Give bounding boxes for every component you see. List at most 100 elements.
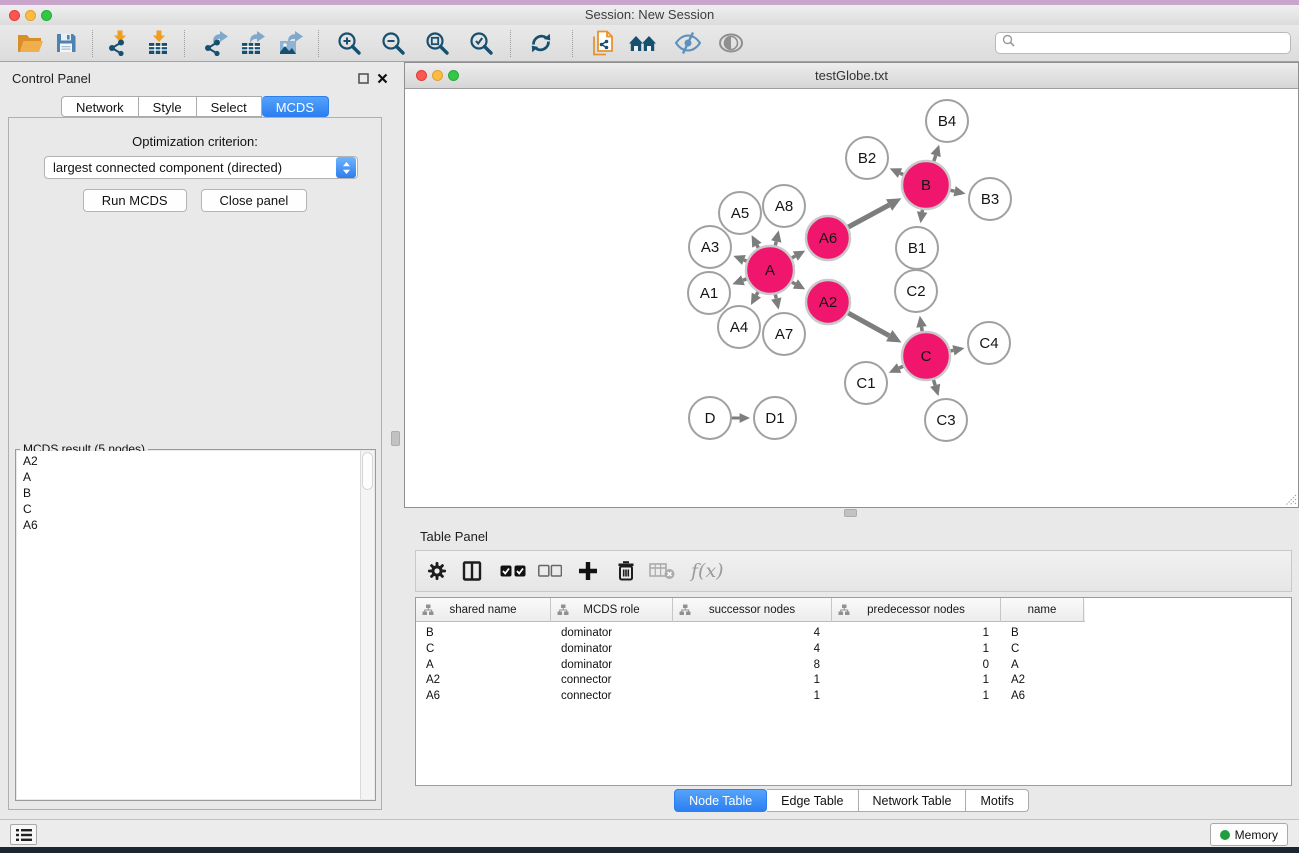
- mcds-result-list[interactable]: A2ABCA6: [17, 451, 360, 799]
- graph-node-C[interactable]: C: [902, 332, 950, 380]
- open-file-icon[interactable]: [16, 31, 44, 55]
- close-network-window-button[interactable]: [416, 70, 427, 81]
- column-header-MCDS-role[interactable]: MCDS role: [551, 598, 673, 622]
- cell-mcds_role[interactable]: connector: [551, 673, 673, 689]
- minimize-network-window-button[interactable]: [432, 70, 443, 81]
- toolbar-search[interactable]: [995, 32, 1291, 54]
- zoom-out-icon[interactable]: [380, 30, 406, 56]
- graph-node-D[interactable]: D: [689, 397, 731, 439]
- cell-successor_nodes[interactable]: 4: [673, 626, 832, 642]
- hide-selected-icon[interactable]: [674, 31, 702, 55]
- tab-node-table[interactable]: Node Table: [674, 789, 767, 812]
- network-canvas[interactable]: B4B2BB3A8A5A6A3B1AA1C2A2A4A7C4CC1C3DD1: [405, 89, 1298, 507]
- graph-node-C2[interactable]: C2: [895, 270, 937, 312]
- apply-layout-icon[interactable]: [528, 30, 554, 56]
- graph-node-A5[interactable]: A5: [719, 192, 761, 234]
- cell-shared_name[interactable]: A: [416, 658, 551, 674]
- graph-node-C1[interactable]: C1: [845, 362, 887, 404]
- graph-node-A7[interactable]: A7: [763, 313, 805, 355]
- horizontal-split-handle[interactable]: [844, 509, 857, 517]
- table-settings-gear-icon[interactable]: [425, 559, 449, 583]
- result-scrollbar[interactable]: [360, 451, 374, 799]
- cell-mcds_role[interactable]: dominator: [551, 626, 673, 642]
- cell-successor_nodes[interactable]: 4: [673, 642, 832, 658]
- memory-button[interactable]: Memory: [1210, 823, 1288, 846]
- graph-node-A1[interactable]: A1: [688, 272, 730, 314]
- close-panel-button[interactable]: Close panel: [201, 189, 308, 212]
- eye-icon[interactable]: [718, 32, 744, 54]
- cell-name[interactable]: A6: [1001, 689, 1084, 705]
- graph-node-A4[interactable]: A4: [718, 306, 760, 348]
- graph-node-A2[interactable]: A2: [806, 280, 850, 324]
- cell-shared_name[interactable]: C: [416, 642, 551, 658]
- table-row[interactable]: Adominator80A: [416, 658, 1291, 674]
- mcds-result-item[interactable]: A: [17, 469, 360, 485]
- save-session-icon[interactable]: [54, 31, 78, 55]
- select-all-columns-icon[interactable]: [500, 564, 526, 578]
- table-row[interactable]: Cdominator41C: [416, 642, 1291, 658]
- maximize-window-button[interactable]: [41, 10, 52, 21]
- show-columns-icon[interactable]: [460, 559, 484, 583]
- tab-motifs[interactable]: Motifs: [966, 789, 1028, 812]
- close-window-button[interactable]: [9, 10, 20, 21]
- column-header-predecessor-nodes[interactable]: predecessor nodes: [832, 598, 1001, 622]
- import-network-icon[interactable]: [107, 30, 133, 56]
- cell-successor_nodes[interactable]: 8: [673, 658, 832, 674]
- maximize-network-window-button[interactable]: [448, 70, 459, 81]
- mcds-result-item[interactable]: B: [17, 485, 360, 501]
- dropdown-stepper-icon[interactable]: [336, 157, 356, 178]
- cell-predecessor_nodes[interactable]: 0: [832, 658, 1001, 674]
- cell-mcds_role[interactable]: connector: [551, 689, 673, 705]
- graph-node-A6[interactable]: A6: [806, 216, 850, 260]
- tab-network-table[interactable]: Network Table: [859, 789, 967, 812]
- graph-node-A[interactable]: A: [746, 246, 794, 294]
- cell-predecessor_nodes[interactable]: 1: [832, 626, 1001, 642]
- graph-edge-A2-C[interactable]: [846, 312, 889, 336]
- network-graph[interactable]: B4B2BB3A8A5A6A3B1AA1C2A2A4A7C4CC1C3DD1: [405, 89, 1298, 507]
- tab-mcds[interactable]: MCDS: [262, 96, 329, 117]
- show-all-icon[interactable]: [628, 31, 658, 55]
- cell-shared_name[interactable]: A6: [416, 689, 551, 705]
- float-panel-icon[interactable]: [357, 72, 369, 84]
- export-image-icon[interactable]: [278, 30, 304, 56]
- optimization-criterion-select[interactable]: largest connected component (directed): [44, 156, 358, 179]
- delete-column-trash-icon[interactable]: [614, 559, 638, 583]
- mcds-result-item[interactable]: A6: [17, 517, 360, 533]
- close-panel-icon[interactable]: [376, 72, 388, 84]
- cell-predecessor_nodes[interactable]: 1: [832, 673, 1001, 689]
- graph-node-B3[interactable]: B3: [969, 178, 1011, 220]
- tab-network[interactable]: Network: [61, 96, 139, 117]
- tab-style[interactable]: Style: [139, 96, 197, 117]
- cell-name[interactable]: C: [1001, 642, 1084, 658]
- cell-mcds_role[interactable]: dominator: [551, 658, 673, 674]
- mcds-result-item[interactable]: A2: [17, 453, 360, 469]
- graph-node-B2[interactable]: B2: [846, 137, 888, 179]
- export-network-icon[interactable]: [203, 30, 229, 56]
- search-input[interactable]: [1019, 36, 1284, 50]
- graph-node-B4[interactable]: B4: [926, 100, 968, 142]
- graph-node-D1[interactable]: D1: [754, 397, 796, 439]
- cell-shared_name[interactable]: A2: [416, 673, 551, 689]
- cell-predecessor_nodes[interactable]: 1: [832, 642, 1001, 658]
- cell-mcds_role[interactable]: dominator: [551, 642, 673, 658]
- graph-node-B[interactable]: B: [902, 161, 950, 209]
- column-header-successor-nodes[interactable]: successor nodes: [673, 598, 832, 622]
- network-window-titlebar[interactable]: testGlobe.txt: [405, 63, 1298, 89]
- tab-edge-table[interactable]: Edge Table: [767, 789, 858, 812]
- export-table-icon[interactable]: [240, 30, 266, 56]
- table-row[interactable]: A2connector11A2: [416, 673, 1291, 689]
- task-history-list-button[interactable]: [10, 824, 37, 845]
- graph-node-B1[interactable]: B1: [896, 227, 938, 269]
- delete-table-icon[interactable]: [649, 561, 675, 581]
- run-mcds-button[interactable]: Run MCDS: [83, 189, 187, 212]
- minimize-window-button[interactable]: [25, 10, 36, 21]
- graph-node-C4[interactable]: C4: [968, 322, 1010, 364]
- zoom-selected-icon[interactable]: [468, 30, 494, 56]
- cell-shared_name[interactable]: B: [416, 626, 551, 642]
- graph-node-C3[interactable]: C3: [925, 399, 967, 441]
- deselect-all-columns-icon[interactable]: [538, 565, 562, 578]
- tab-select[interactable]: Select: [197, 96, 262, 117]
- import-table-icon[interactable]: [146, 30, 172, 56]
- scrollbar-thumb[interactable]: [362, 452, 373, 490]
- zoom-fit-icon[interactable]: [424, 30, 450, 56]
